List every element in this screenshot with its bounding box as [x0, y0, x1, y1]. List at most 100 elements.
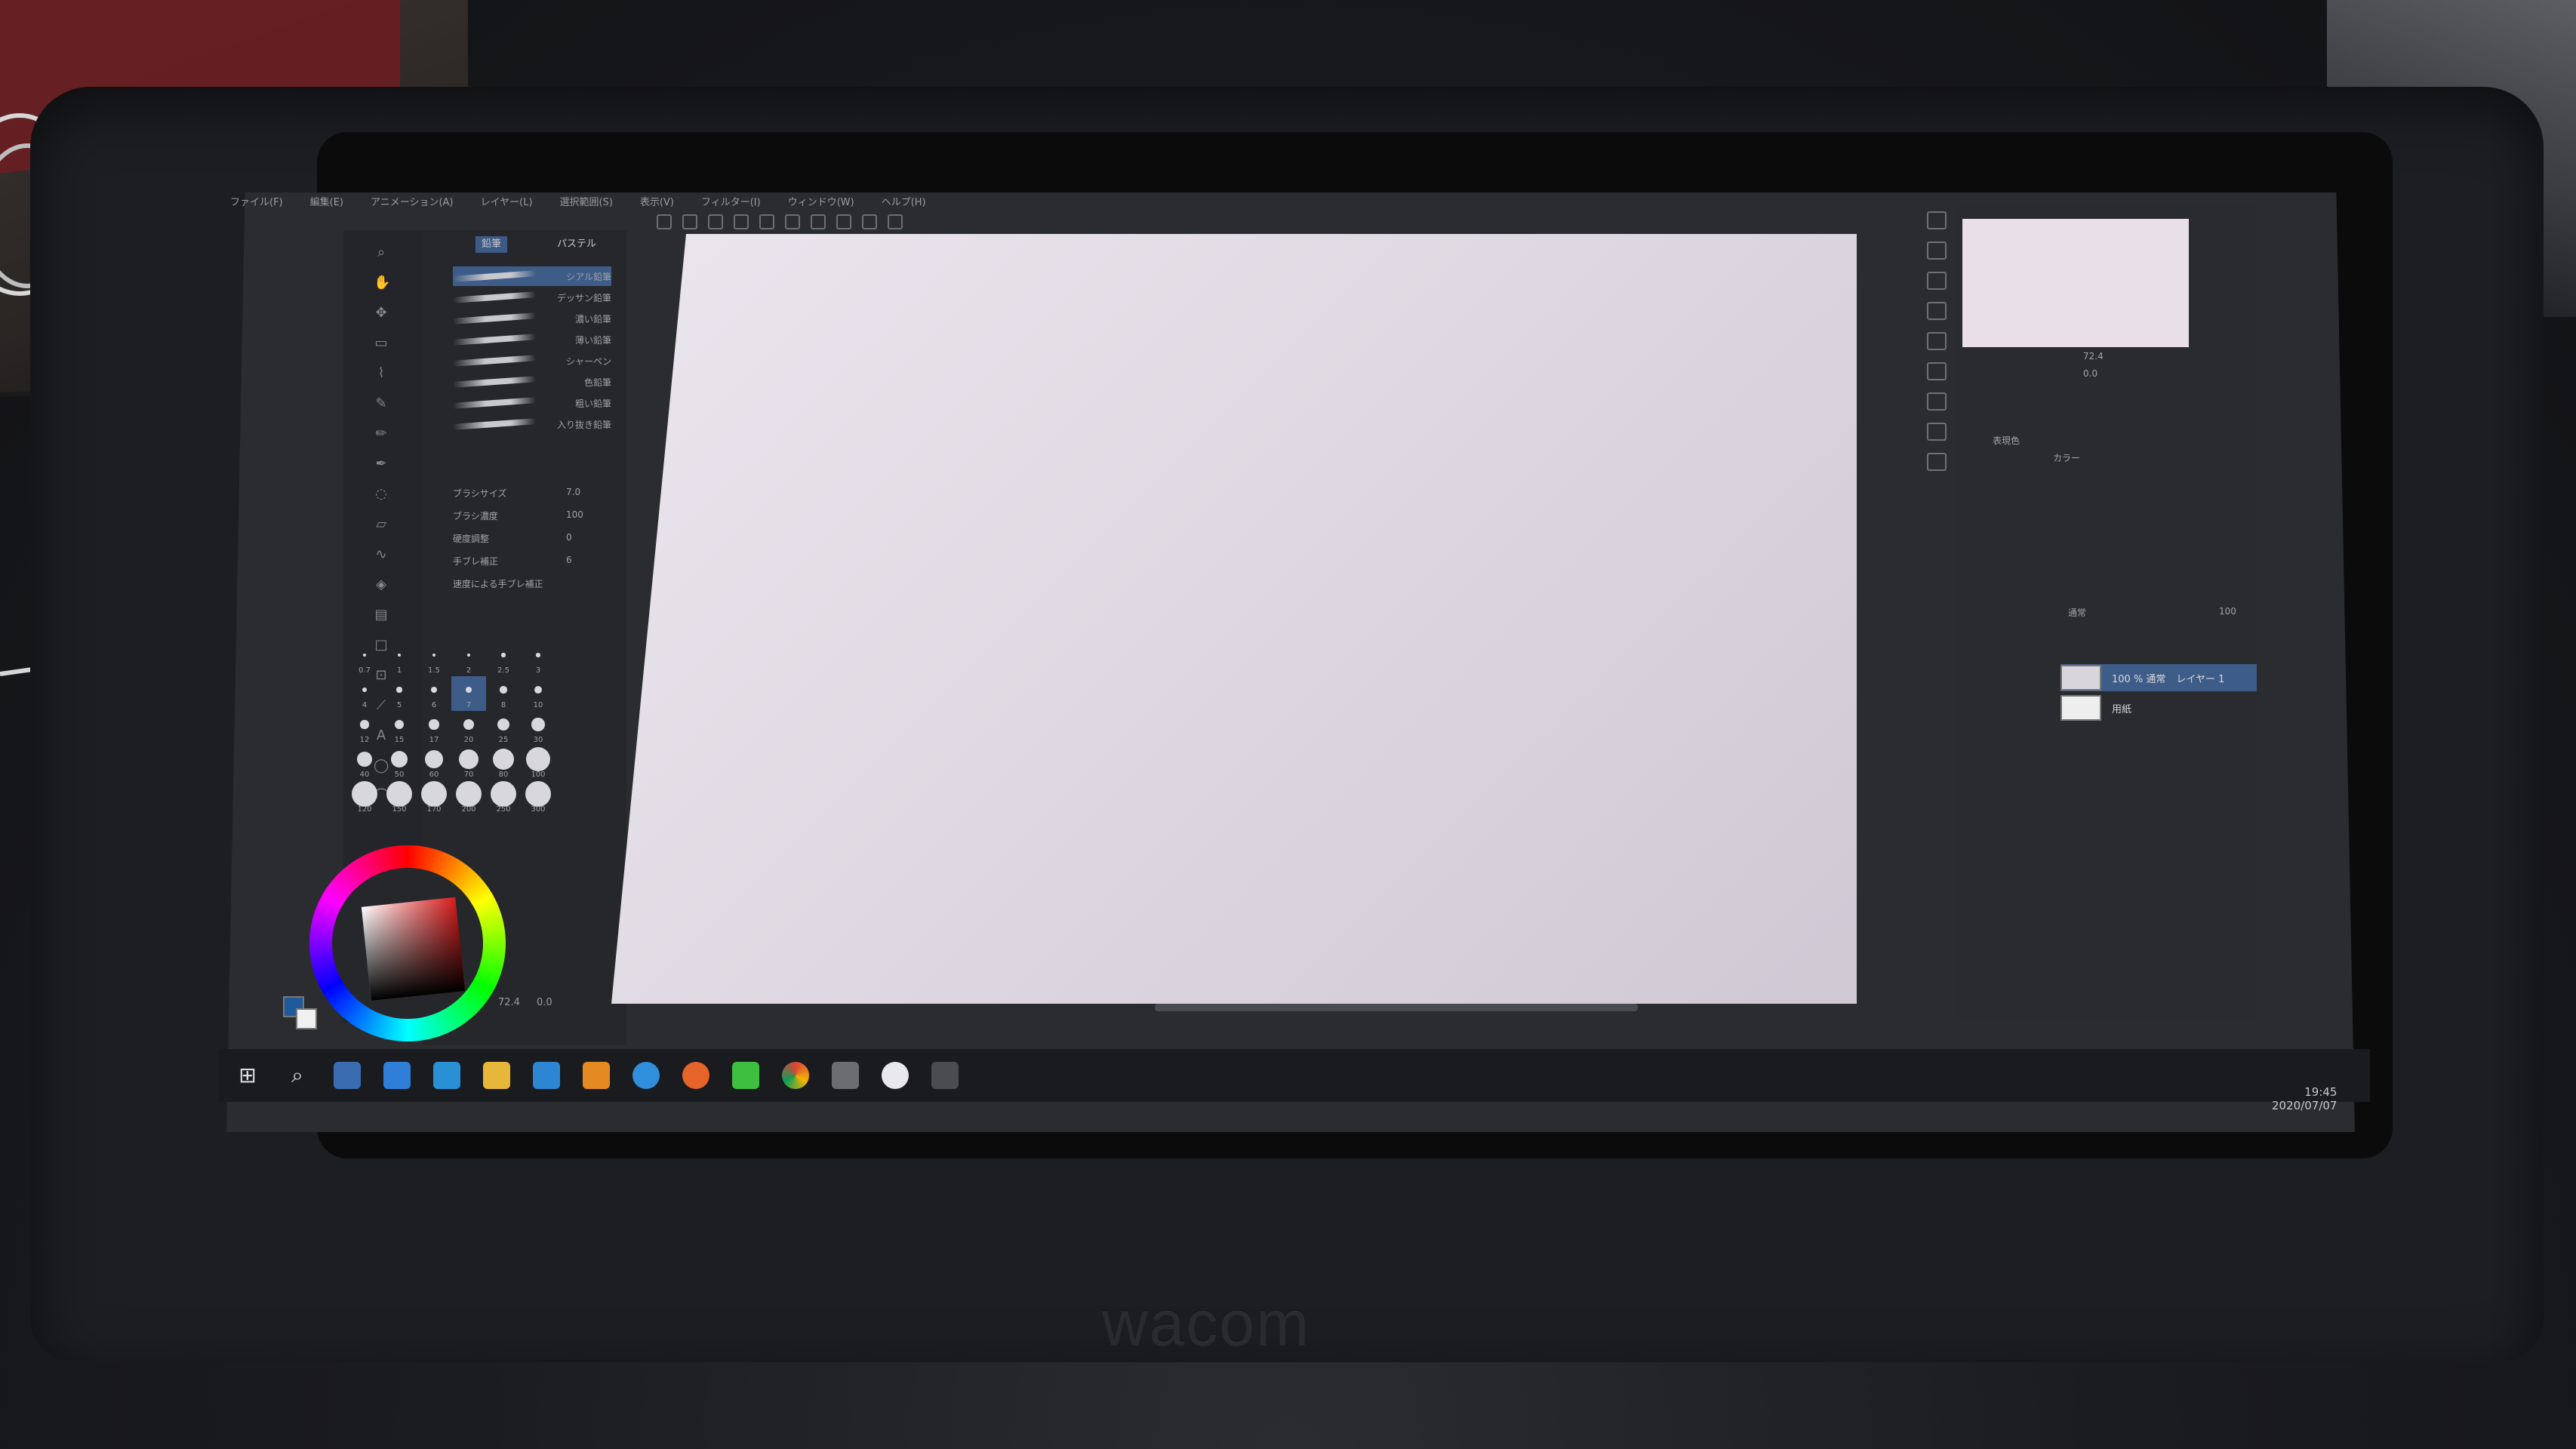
brush-size-cell[interactable]: 0.7: [347, 641, 382, 676]
brush-size-cell[interactable]: 80: [486, 746, 521, 780]
drawing-canvas[interactable]: [611, 234, 1857, 1004]
hand-tool-icon[interactable]: ✋: [374, 275, 390, 291]
line-icon[interactable]: [732, 1062, 759, 1089]
panel-toggle-icon[interactable]: [1927, 242, 1947, 260]
new-file-icon[interactable]: [657, 214, 672, 229]
internet-explorer-icon[interactable]: [632, 1062, 660, 1089]
brush-size-cell[interactable]: 2: [451, 641, 486, 676]
color-wheel[interactable]: [309, 845, 506, 1041]
stabilization-value[interactable]: 6: [566, 555, 572, 565]
chrome-icon[interactable]: [782, 1062, 809, 1089]
menu-animation[interactable]: アニメーション(A): [371, 194, 454, 208]
undo-icon[interactable]: [734, 214, 749, 229]
panel-toggle-icon[interactable]: [1927, 453, 1947, 471]
brush-size-cell[interactable]: 1.5: [417, 641, 451, 676]
panel-toggle-icon[interactable]: [1927, 332, 1947, 350]
brush-size-cell[interactable]: 250: [486, 780, 521, 815]
brush-size-value[interactable]: 7.0: [566, 487, 580, 497]
menu-help[interactable]: ヘルプ(H): [882, 194, 926, 208]
menu-selection[interactable]: 選択範囲(S): [560, 194, 613, 208]
app-icon[interactable]: [383, 1062, 411, 1089]
panel-toggle-icon[interactable]: [1927, 272, 1947, 290]
brush-item[interactable]: デッサン鉛筆: [452, 288, 611, 307]
blend-mode-select[interactable]: 通常: [2068, 606, 2086, 619]
menu-window[interactable]: ウィンドウ(W): [788, 194, 854, 208]
brush-size-cell[interactable]: 25: [486, 711, 521, 746]
brush-item[interactable]: シアル鉛筆: [452, 266, 611, 286]
gradient-tool-icon[interactable]: ▤: [374, 608, 389, 623]
brush-tool-icon[interactable]: ✒: [374, 457, 389, 472]
zoom-tool-icon[interactable]: ⌕: [374, 245, 389, 260]
panel-toggle-icon[interactable]: [1927, 362, 1947, 380]
airbrush-tool-icon[interactable]: ◌: [374, 487, 389, 502]
snap-icon[interactable]: [862, 214, 877, 229]
density-value[interactable]: 100: [566, 509, 583, 520]
media-icon[interactable]: [583, 1062, 610, 1089]
brush-size-cell[interactable]: 100: [521, 746, 556, 780]
brush-size-cell[interactable]: 120: [347, 780, 382, 815]
taskbar-clock[interactable]: 19:45 2020/07/07: [2272, 1085, 2337, 1112]
panel-toggle-icon[interactable]: [1927, 392, 1947, 411]
layer-row[interactable]: 用紙: [2060, 694, 2257, 721]
panel-toggle-icon[interactable]: [1927, 423, 1947, 441]
clip-studio-icon[interactable]: [931, 1062, 959, 1089]
file-explorer-icon[interactable]: [483, 1062, 510, 1089]
task-view-icon[interactable]: [334, 1062, 361, 1089]
pen-pressure-icon[interactable]: [888, 214, 903, 229]
layer-row[interactable]: 100 % 通常 レイヤー 1: [2060, 664, 2257, 691]
menu-edit[interactable]: 編集(E): [310, 194, 343, 208]
menu-filter[interactable]: フィルター(I): [701, 194, 761, 208]
brush-size-cell[interactable]: 300: [521, 780, 556, 815]
transform-icon[interactable]: [811, 214, 826, 229]
app-icon[interactable]: [433, 1062, 460, 1089]
pen-tool-icon[interactable]: ✎: [374, 396, 389, 411]
navigator-preview[interactable]: [1962, 219, 2189, 347]
layer-opacity[interactable]: 100: [2219, 606, 2236, 617]
tab-pencil[interactable]: 鉛筆: [475, 236, 508, 253]
open-icon[interactable]: [682, 214, 697, 229]
brush-item[interactable]: 色鉛筆: [452, 372, 611, 392]
menu-file[interactable]: ファイル(F): [230, 194, 283, 208]
brush-size-cell[interactable]: 17: [417, 711, 451, 746]
navigator-angle[interactable]: 0.0: [2083, 368, 2097, 379]
brush-size-cell[interactable]: 1: [382, 641, 417, 676]
save-icon[interactable]: [708, 214, 723, 229]
brush-size-cell[interactable]: 5: [382, 676, 417, 711]
app-icon[interactable]: [882, 1062, 909, 1089]
brush-size-cell[interactable]: 3: [521, 641, 556, 676]
panel-toggle-icon[interactable]: [1927, 211, 1947, 229]
pencil-tool-icon[interactable]: ✏: [374, 426, 389, 441]
deselect-icon[interactable]: [836, 214, 851, 229]
mail-icon[interactable]: [533, 1062, 560, 1089]
navigator-zoom[interactable]: 72.4: [2083, 351, 2104, 361]
angle-readout[interactable]: 0.0: [537, 997, 552, 1008]
brush-size-cell[interactable]: 7: [451, 676, 486, 711]
brush-size-cell[interactable]: 30: [521, 711, 556, 746]
brush-size-cell[interactable]: 20: [451, 711, 486, 746]
brush-item[interactable]: 入り抜き鉛筆: [452, 414, 611, 434]
menu-layer[interactable]: レイヤー(L): [481, 194, 533, 208]
brush-size-cell[interactable]: 10: [521, 676, 556, 711]
clear-icon[interactable]: [785, 214, 800, 229]
fill-tool-icon[interactable]: ◈: [374, 577, 389, 592]
brush-size-cell[interactable]: 6: [417, 676, 451, 711]
redo-icon[interactable]: [759, 214, 774, 229]
brush-size-cell[interactable]: 170: [417, 780, 451, 815]
brush-size-cell[interactable]: 4: [347, 676, 382, 711]
firefox-icon[interactable]: [682, 1062, 709, 1089]
sub-color-swatch[interactable]: [296, 1008, 317, 1029]
color-saturation-square[interactable]: [361, 897, 466, 1001]
blend-tool-icon[interactable]: ∿: [374, 547, 389, 562]
zoom-readout[interactable]: 72.4: [498, 997, 520, 1008]
brush-size-cell[interactable]: 12: [347, 711, 382, 746]
horizontal-scrollbar[interactable]: [1155, 1004, 1638, 1011]
select-tool-icon[interactable]: ▭: [374, 336, 389, 351]
eyedropper-tool-icon[interactable]: ⌇: [374, 366, 389, 381]
search-icon[interactable]: ⌕: [284, 1062, 311, 1089]
brush-size-cell[interactable]: 2.5: [486, 641, 521, 676]
brush-item[interactable]: 粗い鉛筆: [452, 393, 611, 413]
app-icon[interactable]: [832, 1062, 859, 1089]
brush-size-cell[interactable]: 15: [382, 711, 417, 746]
brush-size-cell[interactable]: 50: [382, 746, 417, 780]
speed-stabilization-checkbox[interactable]: 速度による手ブレ補正: [453, 577, 543, 590]
